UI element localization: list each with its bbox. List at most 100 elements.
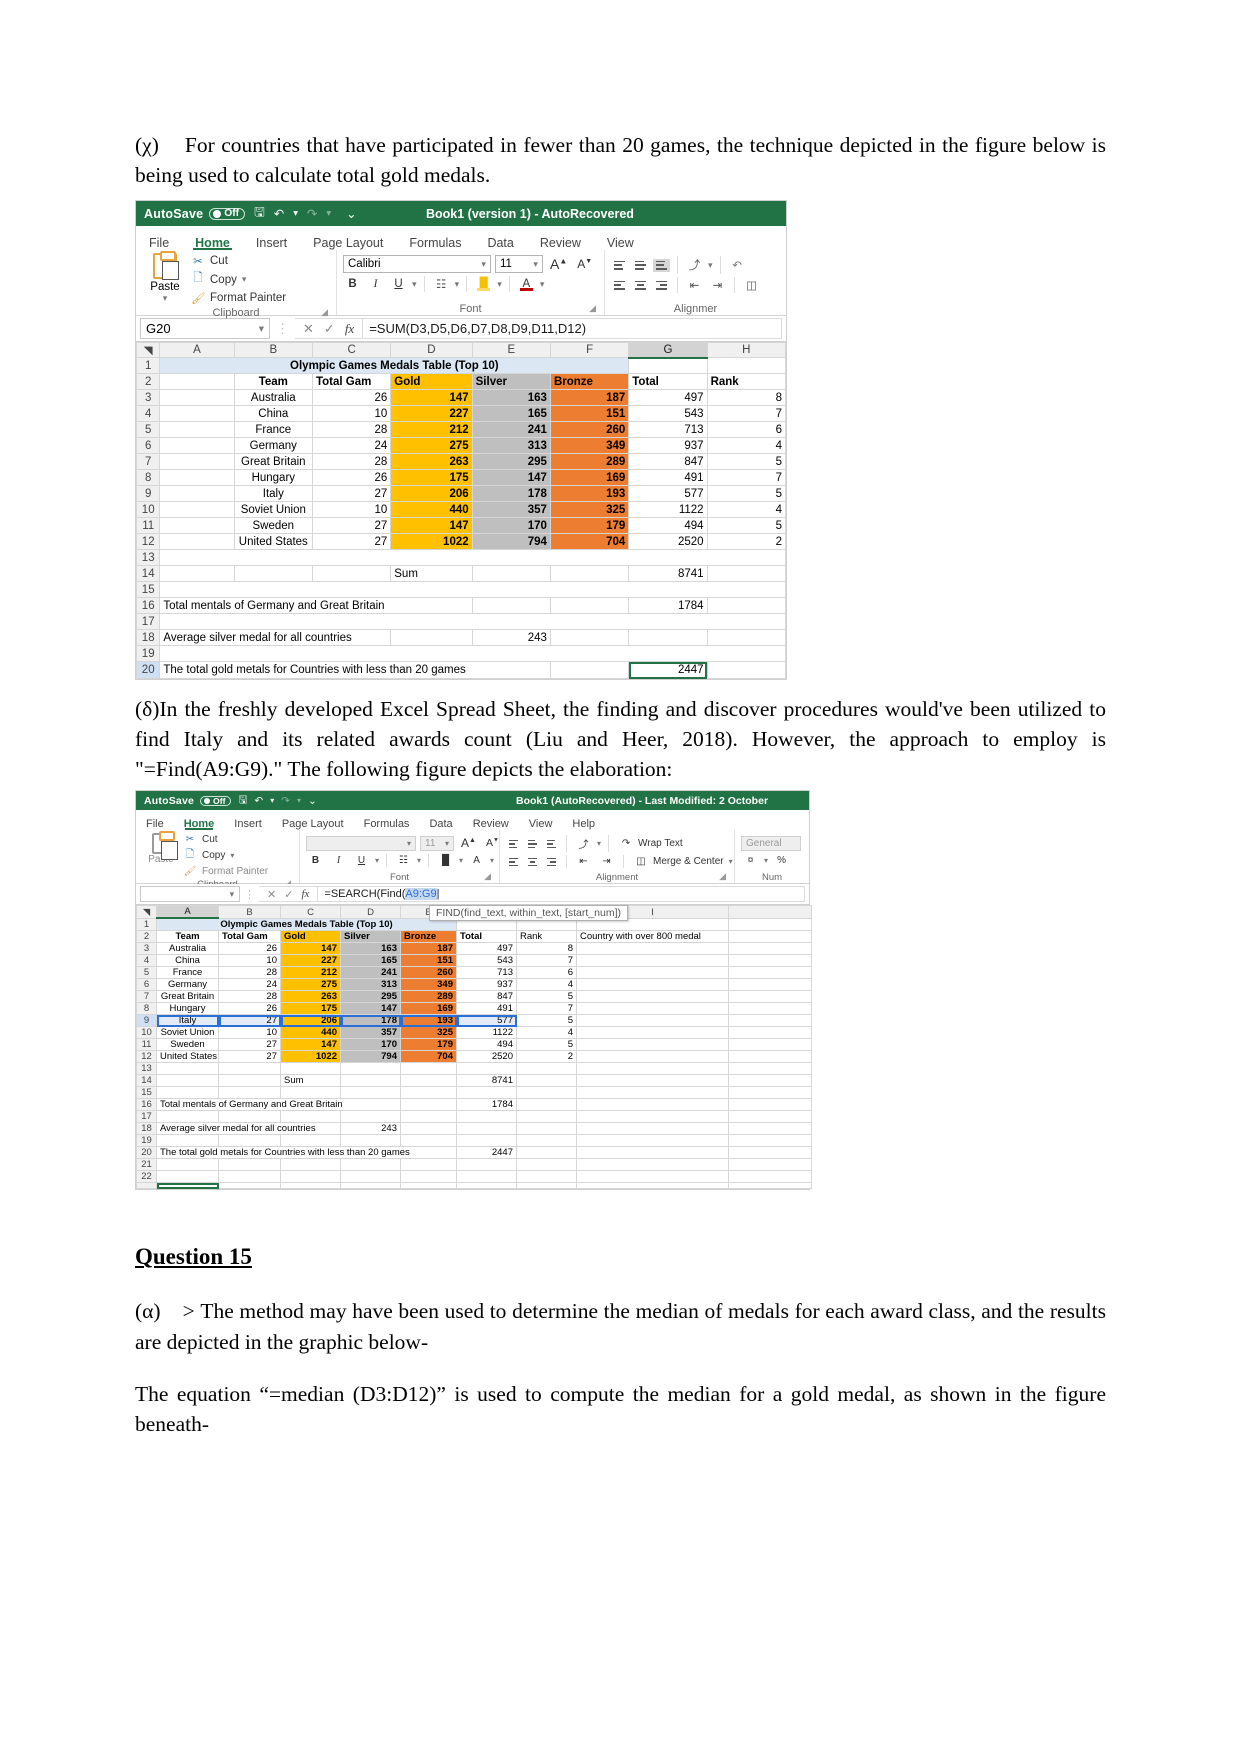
d23[interactable] — [280, 1182, 341, 1190]
f16[interactable] — [400, 1098, 457, 1112]
cell-games[interactable]: 28 — [218, 966, 281, 980]
header-total-games[interactable]: Total Gam — [311, 373, 392, 391]
tab-page-layout[interactable]: Page Layout — [272, 818, 354, 830]
column-header-j[interactable] — [728, 905, 812, 919]
row-header[interactable]: 4 — [136, 954, 157, 968]
row-header[interactable]: 7 — [136, 990, 157, 1004]
g21[interactable] — [456, 1158, 517, 1172]
table-row[interactable]: 5 France 28 212 241 260 713 6 — [136, 966, 812, 980]
copy-button[interactable]: 🗋 Copy ▾ — [188, 269, 289, 290]
row-header[interactable]: 12 — [135, 533, 161, 551]
tab-data[interactable]: Data — [474, 236, 526, 250]
header-gold[interactable]: Gold — [280, 930, 341, 944]
cell-bronze[interactable]: 169 — [400, 1002, 457, 1016]
orientation-icon[interactable]: ⤴ — [574, 835, 593, 852]
cell-total[interactable]: 2520 — [456, 1050, 517, 1064]
e14[interactable] — [340, 1074, 401, 1088]
ribbon-group-number[interactable]: General ¤ ▾ % Num — [734, 830, 809, 884]
sheet-row-18[interactable]: 18 Average silver medal for all countrie… — [135, 629, 787, 647]
cell-bronze[interactable]: 151 — [400, 954, 457, 968]
total-two-label[interactable]: Total mentals of Germany and Great Brita… — [156, 1098, 401, 1112]
merge-center-dropdown-icon[interactable]: ▾ — [729, 857, 733, 866]
sheet-row-20[interactable]: 20 The total gold metals for Countries w… — [136, 1146, 812, 1160]
header-silver[interactable]: Silver — [471, 373, 551, 391]
h15[interactable] — [516, 1086, 577, 1100]
cell-games[interactable]: 26 — [218, 942, 281, 956]
fill-color-dropdown-icon[interactable]: ▾ — [497, 279, 502, 290]
f13[interactable] — [400, 1062, 457, 1076]
table-row[interactable]: 8 Hungary 26 175 147 169 491 7 — [135, 469, 787, 487]
column-header-d[interactable]: D — [340, 905, 401, 919]
cell-games[interactable]: 27 — [218, 1014, 281, 1028]
table-row[interactable]: 6 Germany 24 275 313 349 937 4 — [136, 978, 812, 992]
row-header[interactable]: 5 — [136, 966, 157, 980]
horizontal-align-buttons[interactable]: ⇤ ⇥ ◫ — [611, 277, 761, 294]
column-header-c[interactable]: C — [311, 342, 392, 359]
undo-dropdown-icon[interactable]: ▾ — [293, 208, 298, 219]
cell-team[interactable]: United States — [233, 533, 313, 551]
j13[interactable] — [728, 1062, 812, 1076]
cell-e16[interactable] — [471, 597, 551, 615]
cell-rank[interactable]: 6 — [516, 966, 577, 980]
sheet-row-17[interactable]: 17 — [135, 613, 786, 631]
tab-formulas[interactable]: Formulas — [354, 818, 420, 830]
row-header[interactable]: 8 — [136, 1002, 157, 1016]
cell-g1[interactable] — [628, 357, 708, 375]
cell-team[interactable]: Sweden — [156, 1038, 219, 1052]
underline-button[interactable]: U — [352, 854, 371, 867]
copy-dropdown-icon[interactable]: ▾ — [230, 851, 234, 860]
name-box-dropdown-icon[interactable]: ▾ — [230, 889, 234, 900]
cell-rank[interactable]: 5 — [516, 1038, 577, 1052]
cell-gold[interactable]: 440 — [280, 1026, 341, 1040]
cell-total[interactable]: 847 — [456, 990, 517, 1004]
cell-j[interactable] — [728, 1050, 812, 1064]
cell-team[interactable]: Hungary — [233, 469, 313, 487]
cell-rank[interactable]: 2 — [706, 533, 787, 551]
cell-team[interactable]: Great Britain — [156, 990, 219, 1004]
merge-center-button[interactable]: ◫ Merge & Center ▾ — [631, 855, 736, 868]
cell-bronze[interactable]: 704 — [400, 1050, 457, 1064]
cell-team[interactable]: China — [233, 405, 313, 423]
excel2-ribbon-tabs[interactable]: File Home Insert Page Layout Formulas Da… — [136, 810, 809, 831]
row-header-20[interactable]: 20 — [136, 1146, 157, 1160]
cell-games[interactable]: 26 — [311, 469, 392, 487]
cell-games[interactable]: 28 — [311, 421, 392, 439]
formula-input[interactable]: =SEARCH(Find(A9:G9 | — [318, 886, 805, 903]
h13[interactable] — [516, 1062, 577, 1076]
cell-bronze[interactable]: 179 — [400, 1038, 457, 1052]
cell-team[interactable]: Australia — [233, 389, 313, 407]
cell-gold[interactable]: 212 — [390, 421, 473, 439]
sheet-row-17[interactable]: 17 — [136, 1110, 812, 1124]
ribbon-group-font[interactable]: ▾ 11 ▾ A▲ A▼ B I U ▾ ☷ ▾ █ ▾ A ▾ Font ◢ — [299, 830, 499, 884]
cell-games[interactable]: 27 — [311, 533, 392, 551]
ribbon-group-font[interactable]: Calibri ▾ 11 ▾ A▲ A▼ B I U ▾ ☷ ▾ █ ▾ A ▾… — [336, 250, 604, 316]
save-icon[interactable]: 🖫 — [254, 203, 265, 224]
fill-color-button[interactable]: █ — [474, 277, 493, 292]
ribbon-group-clipboard[interactable]: Paste ✂ Cut 🗋 Copy ▾ 🖌 — [136, 830, 299, 890]
table-row[interactable]: 7 Great Britain 28 263 295 289 847 5 — [136, 990, 812, 1004]
blank-row-13[interactable] — [159, 549, 786, 567]
d13[interactable] — [280, 1062, 341, 1076]
i19[interactable] — [576, 1134, 729, 1148]
column-header-row[interactable]: ◥ A B C D E F G H — [135, 342, 787, 359]
cell-total[interactable]: 497 — [628, 389, 708, 407]
f18[interactable] — [400, 1122, 457, 1136]
row-header[interactable]: 5 — [135, 421, 161, 439]
row-header-21[interactable]: 21 — [136, 1158, 157, 1172]
g19[interactable] — [456, 1134, 517, 1148]
sum-value[interactable]: 8741 — [456, 1074, 517, 1088]
cell-games[interactable]: 26 — [218, 1002, 281, 1016]
cell-i[interactable] — [576, 1026, 729, 1040]
column-header-d[interactable]: D — [390, 342, 473, 359]
redo-icon[interactable]: ↷ — [281, 795, 290, 807]
sheet-row-13[interactable]: 13 — [136, 1062, 812, 1076]
table-row[interactable]: 12 United States 27 1022 794 704 2520 2 — [136, 1050, 812, 1064]
sheet-row-14[interactable]: 14 Sum 8741 — [136, 1074, 812, 1088]
name-box[interactable]: G20 ▾ — [140, 318, 270, 340]
merge-center-icon[interactable]: ◫ — [742, 277, 761, 293]
h21[interactable] — [516, 1158, 577, 1172]
cell-total[interactable]: 543 — [456, 954, 517, 968]
cell-team[interactable]: United States — [156, 1050, 219, 1064]
cell-i[interactable] — [576, 1002, 729, 1016]
wrap-text-button[interactable]: ↷ Wrap Text — [616, 837, 686, 850]
